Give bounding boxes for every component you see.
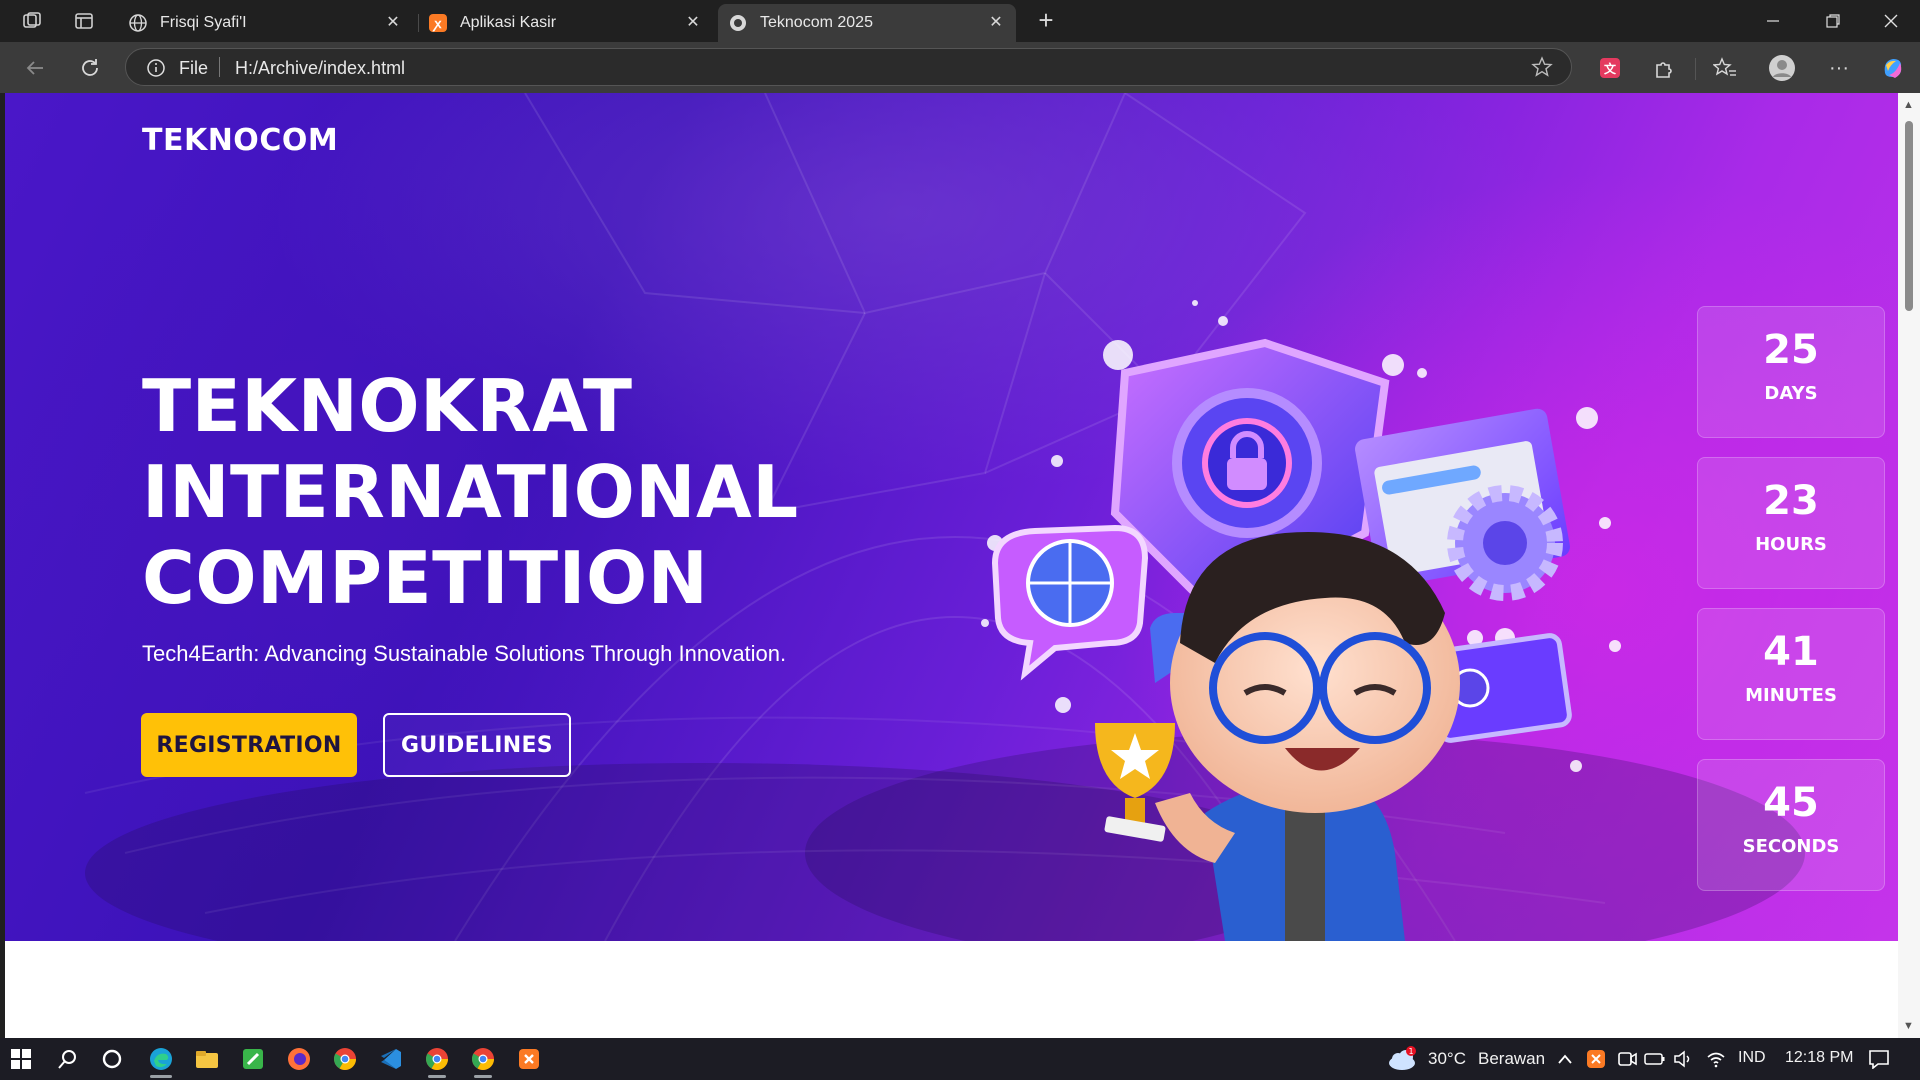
countdown-value: 41: [1763, 629, 1819, 675]
countdown-seconds: 45 SECONDS: [1697, 759, 1885, 891]
edge-icon[interactable]: [145, 1044, 177, 1074]
new-tab-button[interactable]: +: [1031, 6, 1061, 36]
hero-section: TEKNOCOM TEKNOKRAT INTERNATIONAL COMPETI…: [5, 93, 1898, 941]
chrome-icon[interactable]: [329, 1044, 361, 1074]
countdown-days: 25 DAYS: [1697, 306, 1885, 438]
scroll-down-arrow-icon[interactable]: ▼: [1903, 1020, 1914, 1032]
hero-title-line: INTERNATIONAL: [142, 450, 799, 534]
mascot-illustration: [981, 300, 1621, 941]
search-icon[interactable]: [52, 1044, 84, 1074]
taskbar: 1 30°C Berawan IND 12:18 PM: [0, 1038, 1920, 1080]
input-language[interactable]: IND: [1738, 1049, 1766, 1067]
tab-title: Aplikasi Kasir: [460, 14, 557, 31]
brand-logo[interactable]: TEKNOCOM: [142, 123, 338, 158]
scheme-label: File: [179, 58, 209, 78]
countdown-hours: 23 HOURS: [1697, 457, 1885, 589]
firefox-icon[interactable]: [283, 1044, 315, 1074]
workspaces-icon[interactable]: [18, 7, 46, 35]
hero-subtitle: Tech4Earth: Advancing Sustainable Soluti…: [142, 641, 787, 666]
info-icon[interactable]: [146, 58, 166, 83]
countdown-label: SECONDS: [1742, 836, 1840, 857]
translator-extension-icon[interactable]: 文: [1594, 52, 1626, 84]
hero-title-line: COMPETITION: [142, 536, 709, 620]
weather-badge: 1: [1408, 1047, 1413, 1056]
refresh-icon[interactable]: [74, 52, 106, 84]
close-tab-icon[interactable]: ✕: [383, 13, 403, 33]
chrome-alt-running-indicator: [474, 1075, 492, 1078]
file-explorer-icon[interactable]: [191, 1044, 223, 1074]
weather-temperature[interactable]: 30°C: [1428, 1049, 1466, 1069]
countdown-value: 45: [1763, 780, 1819, 826]
favorite-star-icon[interactable]: [1531, 56, 1553, 83]
page-viewport: TEKNOCOM TEKNOKRAT INTERNATIONAL COMPETI…: [5, 93, 1898, 1038]
volume-icon[interactable]: [1667, 1044, 1699, 1074]
vertical-tabs-icon[interactable]: [70, 7, 98, 35]
weather-condition[interactable]: Berawan: [1478, 1049, 1545, 1069]
countdown-label: HOURS: [1755, 534, 1827, 555]
chrome-running-indicator: [428, 1075, 446, 1078]
close-tab-icon[interactable]: ✕: [683, 13, 703, 33]
countdown-value: 25: [1763, 327, 1819, 373]
restore-button[interactable]: [1804, 0, 1862, 42]
extensions-puzzle-icon[interactable]: [1648, 52, 1680, 84]
clock-time[interactable]: 12:18 PM: [1785, 1049, 1853, 1067]
guidelines-button[interactable]: GUIDELINES: [383, 713, 571, 777]
weather-cloud-icon[interactable]: 1: [1386, 1044, 1418, 1074]
xampp-taskbar-icon[interactable]: [513, 1044, 545, 1074]
countdown-minutes: 41 MINUTES: [1697, 608, 1885, 740]
scroll-up-arrow-icon[interactable]: ▲: [1903, 99, 1914, 111]
back-arrow-icon[interactable]: [19, 52, 51, 84]
windows-start-icon[interactable]: [5, 1044, 37, 1074]
notifications-icon[interactable]: [1863, 1044, 1895, 1074]
xampp-tray-icon[interactable]: [1580, 1044, 1612, 1074]
profile-avatar-icon[interactable]: [1766, 52, 1798, 84]
address-bar[interactable]: File H:/Archive/index.html: [125, 48, 1572, 86]
url-text[interactable]: H:/Archive/index.html: [235, 58, 405, 79]
chrome-profile-icon[interactable]: [421, 1044, 453, 1074]
notepad-plus-icon[interactable]: [237, 1044, 269, 1074]
hero-title: TEKNOKRAT INTERNATIONAL COMPETITION: [142, 363, 842, 621]
xampp-icon: ꭗ: [428, 13, 448, 33]
wifi-icon[interactable]: [1700, 1044, 1732, 1074]
close-window-button[interactable]: [1862, 0, 1920, 42]
registration-button[interactable]: REGISTRATION: [141, 713, 357, 777]
favorites-icon[interactable]: [1709, 52, 1741, 84]
show-hidden-icons-chevron-icon[interactable]: [1549, 1044, 1581, 1074]
more-options-icon[interactable]: ···: [1823, 52, 1855, 84]
minimize-button[interactable]: [1744, 0, 1802, 42]
scrollbar-thumb[interactable]: [1905, 121, 1913, 311]
countdown-label: DAYS: [1764, 383, 1818, 404]
vscode-icon[interactable]: [375, 1044, 407, 1074]
page-scrollbar[interactable]: ▲ ▼: [1898, 93, 1920, 1038]
countdown-label: MINUTES: [1745, 685, 1837, 706]
tab-title: Frisqi Syafi'I: [160, 14, 247, 31]
hero-title-line: TEKNOKRAT: [142, 364, 633, 448]
close-tab-icon[interactable]: ✕: [986, 13, 1006, 33]
globe-icon: [128, 13, 148, 33]
teknocom-favicon: [728, 13, 748, 33]
browser-toolbar: File H:/Archive/index.html 文 ···: [0, 42, 1920, 93]
tab-title: Teknocom 2025: [760, 14, 873, 31]
tab-aplikasi-kasir[interactable]: ꭗ Aplikasi Kasir ✕: [418, 4, 713, 42]
tab-bar: Frisqi Syafi'I ✕ ꭗ Aplikasi Kasir ✕ Tekn…: [0, 0, 1920, 42]
svg-text:文: 文: [1604, 61, 1617, 76]
edge-running-indicator: [150, 1075, 172, 1078]
copilot-icon[interactable]: [1877, 52, 1909, 84]
cortana-icon[interactable]: [96, 1044, 128, 1074]
countdown-value: 23: [1763, 478, 1819, 524]
tab-frisqi[interactable]: Frisqi Syafi'I ✕: [118, 4, 413, 42]
tab-teknocom[interactable]: Teknocom 2025 ✕: [718, 4, 1016, 42]
chrome-alt-icon[interactable]: [467, 1044, 499, 1074]
